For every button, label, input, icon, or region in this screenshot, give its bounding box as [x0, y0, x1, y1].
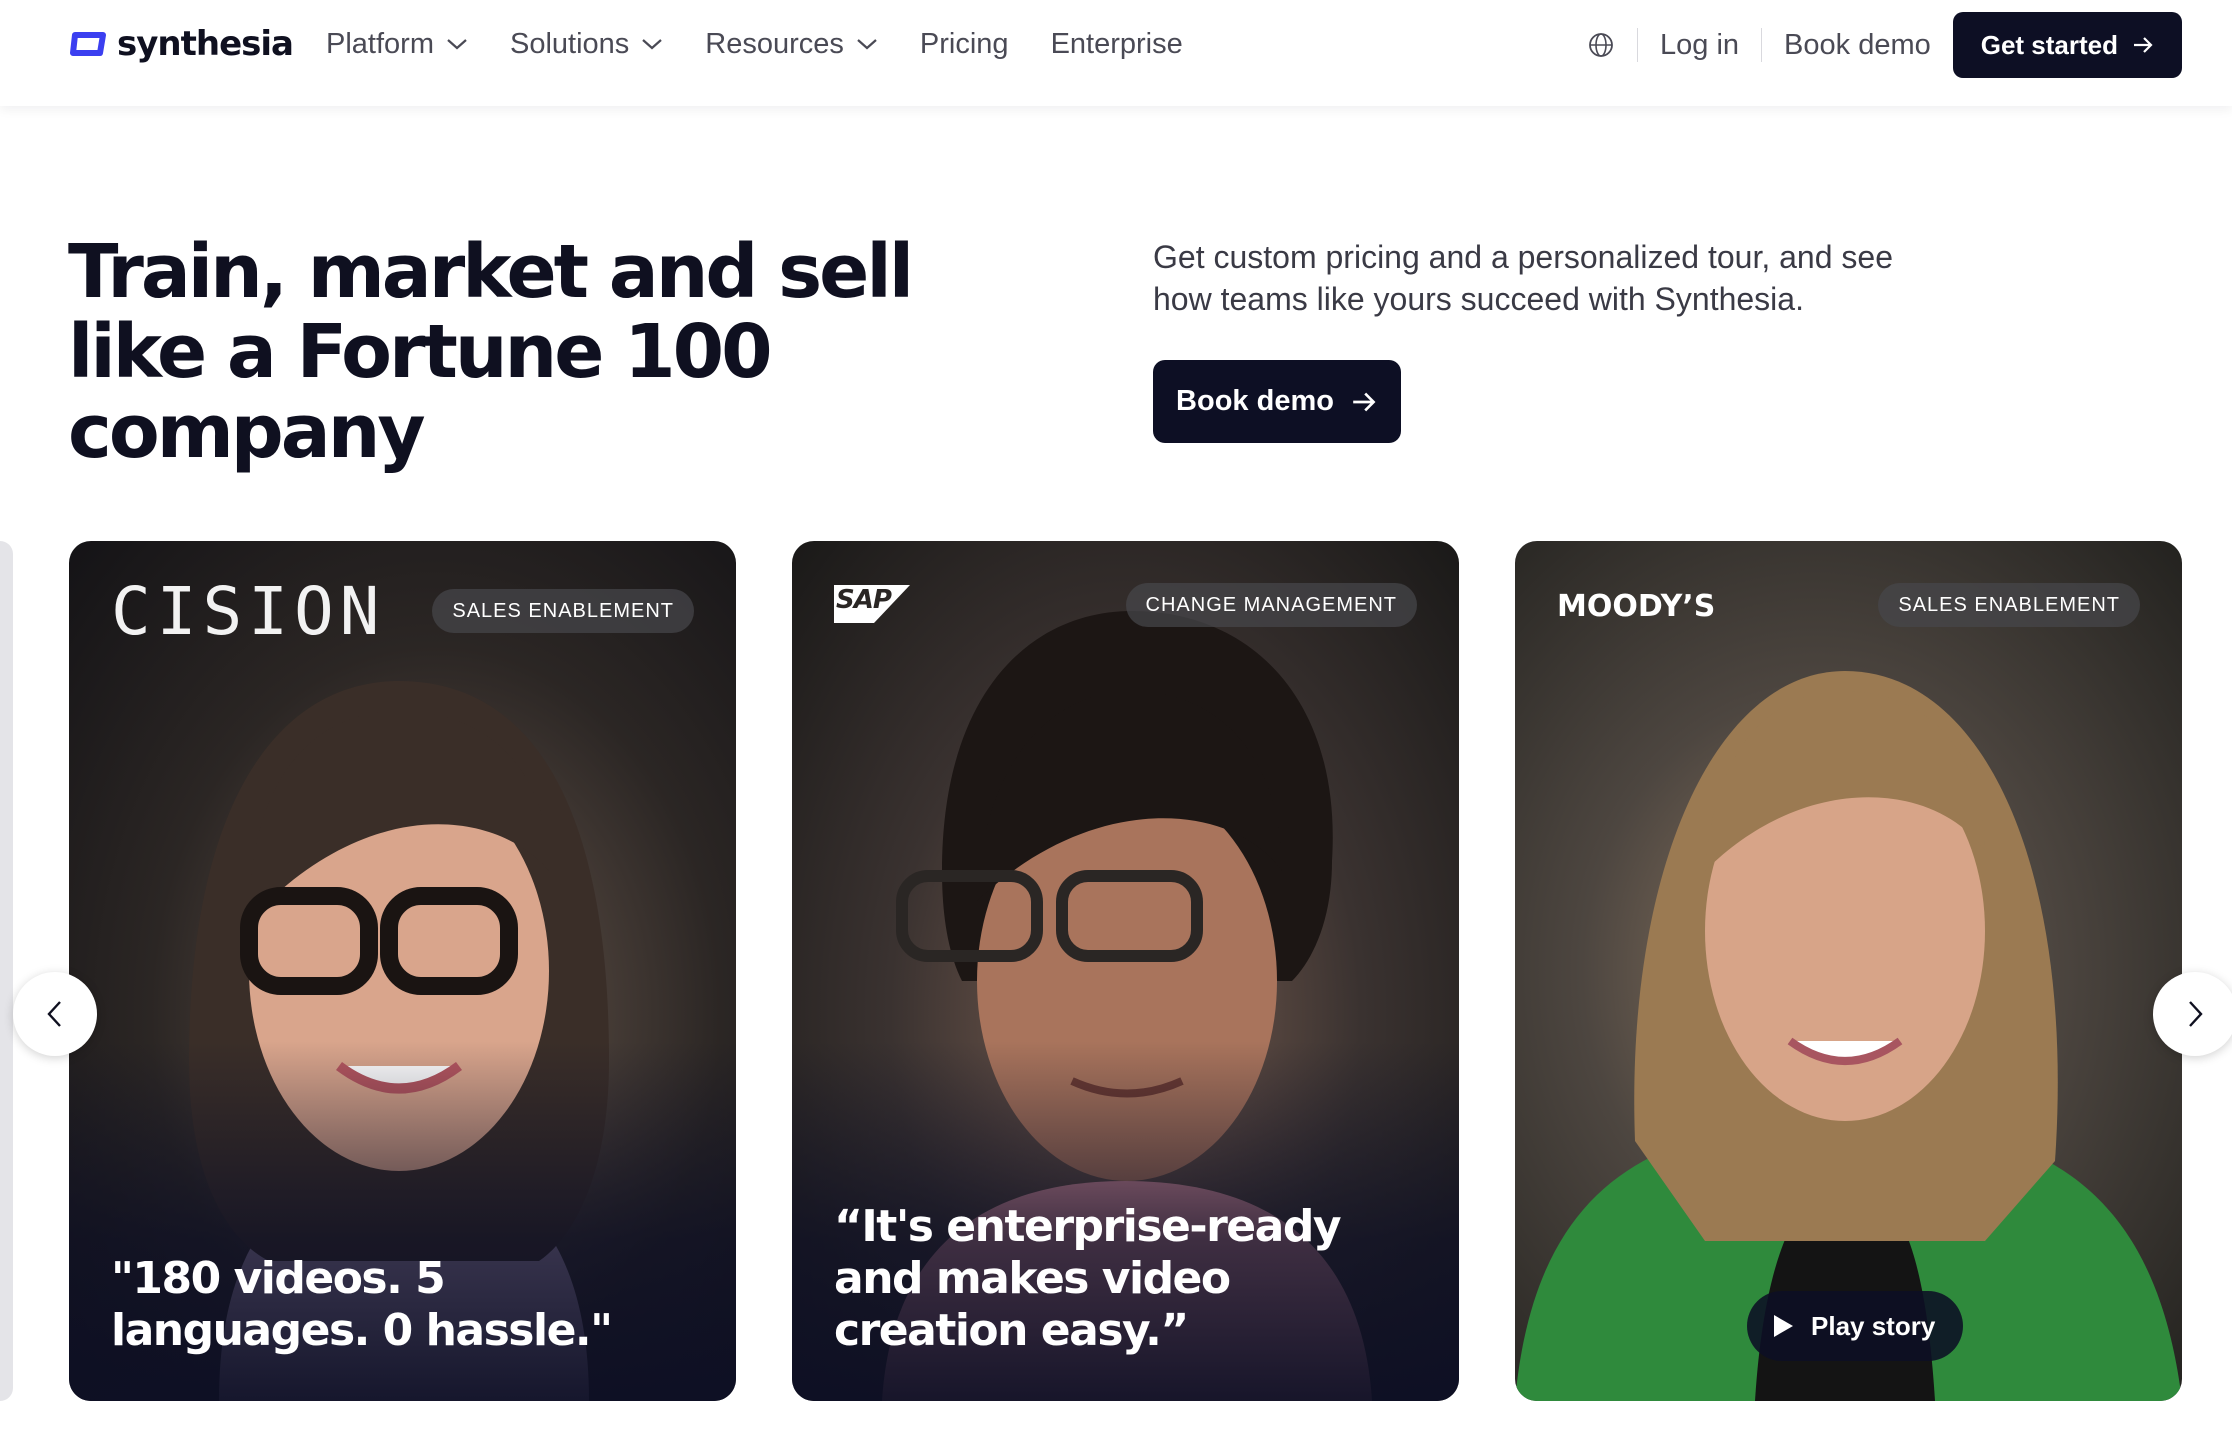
chevron-left-icon	[47, 1001, 61, 1027]
synthesia-logo[interactable]: synthesia	[69, 24, 294, 64]
category-tag: CHANGE MANAGEMENT	[1125, 583, 1417, 627]
header-actions: Log in Book demo Get started	[1587, 12, 2182, 78]
testimonial-card-sap[interactable]: SAP CHANGE MANAGEMENT “It's enterprise-r…	[792, 541, 1459, 1401]
play-story-button[interactable]: Play story	[1747, 1291, 1964, 1361]
book-demo-link[interactable]: Book demo	[1762, 29, 1953, 62]
nav-platform[interactable]: Platform	[326, 24, 468, 64]
book-demo-button[interactable]: Book demo	[1153, 360, 1401, 443]
carousel-prev-button[interactable]	[13, 972, 97, 1056]
arrow-right-icon	[2134, 37, 2153, 53]
nav-resources[interactable]: Resources	[705, 24, 878, 64]
category-tag: SALES ENABLEMENT	[432, 589, 694, 633]
play-icon	[1774, 1315, 1793, 1337]
arrow-right-icon	[1353, 392, 1376, 411]
category-tag: SALES ENABLEMENT	[1878, 583, 2140, 627]
moodys-logo: MOODY’S	[1557, 589, 1716, 624]
nav-solutions-label: Solutions	[509, 27, 630, 60]
hero-subtitle: Get custom pricing and a personalized to…	[1153, 239, 1893, 317]
book-demo-label: Book demo	[1176, 385, 1334, 417]
login-link[interactable]: Log in	[1638, 29, 1761, 62]
get-started-button[interactable]: Get started	[1952, 12, 2182, 78]
nav-pricing[interactable]: Pricing	[920, 24, 1009, 64]
chevron-right-icon	[2189, 1001, 2203, 1027]
main-nav: Platform Solutions Resources Pricing Ent…	[326, 24, 1225, 64]
nav-enterprise[interactable]: Enterprise	[1051, 24, 1183, 64]
nav-platform-label: Platform	[326, 27, 434, 60]
person-photo	[1515, 671, 2182, 1401]
testimonial-card-moodys[interactable]: MOODY’S SALES ENABLEMENT Play story	[1515, 541, 2182, 1401]
chevron-down-icon	[857, 39, 877, 50]
testimonial-quote: "180 videos. 5 languages. 0 hassle."	[111, 1253, 613, 1356]
chevron-down-icon	[642, 39, 663, 50]
nav-resources-label: Resources	[705, 27, 844, 60]
synthesia-logo-icon	[70, 32, 106, 56]
sap-logo-text: SAP	[836, 585, 892, 615]
testimonial-card-cision[interactable]: CISION SALES ENABLEMENT "180 videos. 5 l…	[69, 541, 736, 1401]
hero-title: Train, market and sell like a Fortune 10…	[68, 229, 914, 475]
carousel-next-button[interactable]	[2153, 972, 2232, 1056]
get-started-label: Get started	[1980, 29, 2118, 60]
nav-solutions[interactable]: Solutions	[510, 24, 663, 64]
chevron-down-icon	[447, 39, 467, 50]
play-story-label: Play story	[1811, 1310, 1936, 1341]
brand-name: synthesia	[117, 24, 294, 64]
globe-icon[interactable]	[1587, 31, 1615, 59]
previous-card-peek	[0, 541, 13, 1401]
testimonial-quote: “It's enterprise-ready and makes video c…	[834, 1201, 1342, 1356]
cision-logo: CISION	[111, 573, 386, 650]
site-header: synthesia Platform Solutions Resources P…	[0, 0, 2232, 106]
